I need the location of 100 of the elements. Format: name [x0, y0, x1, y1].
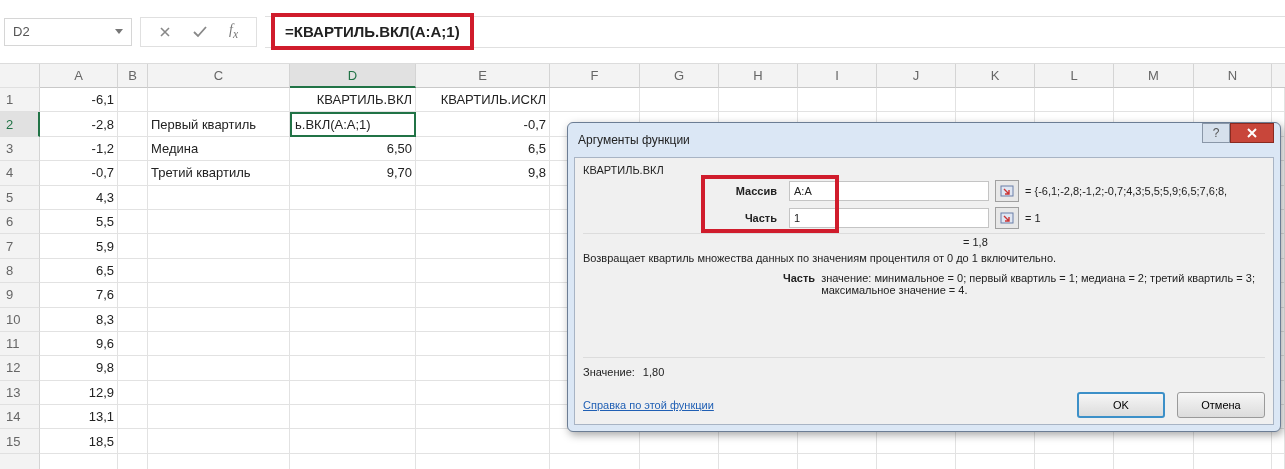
- table-cell: -2,8: [40, 112, 118, 137]
- row-header[interactable]: 8: [0, 258, 40, 284]
- insert-function-button[interactable]: f$_{x}$: [229, 22, 239, 41]
- table-cell: [118, 429, 148, 454]
- table-cell: [118, 112, 148, 137]
- cancel-icon[interactable]: [159, 25, 171, 38]
- table-cell: [118, 258, 148, 284]
- column-header[interactable]: C: [148, 64, 290, 88]
- value-text: 1,80: [642, 366, 665, 378]
- table-cell: [118, 307, 148, 332]
- caret-icon: [115, 29, 123, 34]
- table-cell: Медина: [148, 136, 290, 162]
- range-select-button[interactable]: [995, 207, 1019, 229]
- close-icon: [1246, 128, 1258, 138]
- formula-result: = 1,8: [963, 236, 989, 248]
- row-header[interactable]: 2: [0, 112, 40, 137]
- table-cell: [118, 161, 148, 186]
- column-header[interactable]: K: [956, 64, 1035, 88]
- range-select-icon: [1000, 185, 1014, 197]
- table-cell: 6,5: [40, 258, 118, 284]
- dialog-title: Аргументы функции: [577, 133, 690, 147]
- column-header[interactable]: H: [719, 64, 798, 88]
- argument-field[interactable]: A:A: [789, 181, 989, 201]
- table-cell: 12,9: [40, 380, 118, 406]
- table-cell: 5,5: [40, 209, 118, 235]
- column-header[interactable]: A: [40, 64, 118, 88]
- row-header[interactable]: 6: [0, 209, 40, 235]
- argument-label: Массив: [734, 185, 778, 197]
- column-header[interactable]: B: [118, 64, 148, 88]
- column-header[interactable]: N: [1194, 64, 1272, 88]
- table-cell: [118, 209, 148, 235]
- argument-help-label: Часть: [783, 272, 816, 286]
- table-cell: [118, 356, 148, 381]
- column-header[interactable]: D: [290, 64, 416, 88]
- row-header[interactable]: 15: [0, 429, 40, 454]
- table-cell: ь.ВКЛ(A:A;1): [290, 112, 416, 137]
- column-header[interactable]: E: [416, 64, 550, 88]
- argument-label: Часть: [743, 212, 778, 224]
- row-header[interactable]: 1: [0, 88, 40, 113]
- table-cell: -6,1: [40, 88, 118, 113]
- argument-help-text: значение: минимальное = 0; первый квартиль = 1; медиана = 2; третий квартиль = 3; максимальное значение = 4.: [821, 272, 1256, 296]
- table-cell: [118, 136, 148, 162]
- table-cell: Первый квартиль: [148, 112, 290, 137]
- column-header[interactable]: M: [1114, 64, 1194, 88]
- range-select-icon: [1000, 212, 1014, 224]
- argument-result: = {-6,1;-2,8;-1,2;-0,7;4,3;5,5;5,9;6,5;7,6;8,: [1025, 185, 1228, 197]
- table-cell: [118, 234, 148, 259]
- row-header[interactable]: 10: [0, 307, 40, 332]
- table-cell: -0,7: [416, 112, 550, 137]
- name-box[interactable]: D2: [4, 17, 132, 46]
- table-cell: [118, 88, 148, 113]
- dialog-button[interactable]: Отмена: [1177, 392, 1265, 418]
- table-cell: 5,9: [40, 234, 118, 259]
- column-header[interactable]: F: [550, 64, 640, 88]
- row-header[interactable]: 11: [0, 331, 40, 357]
- table-cell: КВАРТИЛЬ.ВКЛ: [290, 88, 416, 113]
- table-cell: [118, 283, 148, 308]
- function-description: Возвращает квартиль множества данных по значениям процентиля от 0 до 1 включительно.: [583, 252, 1058, 264]
- check-icon[interactable]: [193, 25, 207, 38]
- dialog-button[interactable]: OK: [1077, 392, 1165, 418]
- table-cell: 7,6: [40, 283, 118, 308]
- function-name: КВАРТИЛЬ.ВКЛ: [583, 164, 664, 176]
- table-cell: [118, 331, 148, 357]
- table-cell: 4,3: [40, 185, 118, 210]
- row-header[interactable]: 12: [0, 356, 40, 381]
- table-cell: 13,1: [40, 405, 118, 430]
- row-header[interactable]: 13: [0, 380, 40, 406]
- range-select-button[interactable]: [995, 180, 1019, 202]
- table-cell: 8,3: [40, 307, 118, 332]
- table-cell: 9,8: [416, 161, 550, 186]
- table-cell: [118, 185, 148, 210]
- help-link[interactable]: Справка по этой функции: [583, 399, 714, 411]
- row-header[interactable]: 4: [0, 161, 40, 186]
- table-cell: [118, 380, 148, 406]
- row-header[interactable]: 14: [0, 405, 40, 430]
- value-label: Значение:: [583, 366, 635, 378]
- table-cell: -1,2: [40, 136, 118, 162]
- column-header[interactable]: I: [798, 64, 877, 88]
- table-cell: Третий квартиль: [148, 161, 290, 186]
- row-header[interactable]: 5: [0, 185, 40, 210]
- column-header[interactable]: G: [640, 64, 719, 88]
- table-cell: 9,6: [40, 331, 118, 357]
- table-cell: 6,50: [290, 136, 416, 162]
- row-header[interactable]: 3: [0, 136, 40, 162]
- table-cell: 9,8: [40, 356, 118, 381]
- argument-result: = 1: [1025, 212, 1041, 224]
- row-header[interactable]: 9: [0, 283, 40, 308]
- table-cell: 18,5: [40, 429, 118, 454]
- argument-field[interactable]: 1: [789, 208, 989, 228]
- table-cell: КВАРТИЛЬ.ИСКЛ: [416, 88, 550, 113]
- column-header[interactable]: J: [877, 64, 956, 88]
- table-cell: 9,70: [290, 161, 416, 186]
- table-cell: -0,7: [40, 161, 118, 186]
- row-header[interactable]: 7: [0, 234, 40, 259]
- formula-field[interactable]: =КВАРТИЛЬ.ВКЛ(A:A;1): [271, 13, 474, 50]
- close-button[interactable]: [1230, 123, 1274, 143]
- table-cell: [118, 405, 148, 430]
- help-button[interactable]: ?: [1202, 123, 1230, 143]
- column-header[interactable]: L: [1035, 64, 1114, 88]
- table-cell: 6,5: [416, 136, 550, 162]
